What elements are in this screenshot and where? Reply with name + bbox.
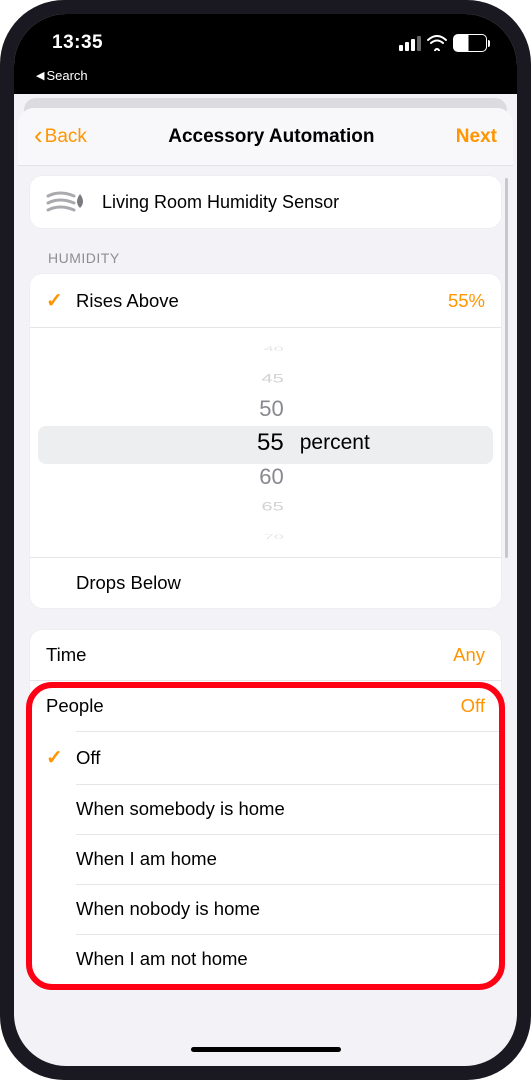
wifi-icon <box>427 35 447 51</box>
page-title: Accessory Automation <box>168 126 374 148</box>
back-triangle-icon: ◀ <box>36 69 44 82</box>
sensor-name: Living Room Humidity Sensor <box>102 192 339 213</box>
people-option-label: When I am not home <box>76 948 485 970</box>
drops-below-label: Drops Below <box>76 572 485 594</box>
people-option-label: When somebody is home <box>76 798 485 820</box>
rises-above-label: Rises Above <box>76 290 448 312</box>
nav-bar: ‹ Back Accessory Automation Next <box>18 108 513 166</box>
status-time: 13:35 <box>52 32 103 54</box>
content: Living Room Humidity Sensor HUMIDITY ✓ R… <box>18 166 513 1062</box>
picker-val: 45 <box>262 370 284 388</box>
check-icon: ✓ <box>46 745 76 770</box>
people-option-label: When I am home <box>76 848 485 870</box>
picker-val-selected: 55 <box>257 424 284 462</box>
humidity-card: ✓ Rises Above 55% 40 45 50 55 60 65 <box>30 274 501 608</box>
back-to-app[interactable]: ◀ Search <box>36 68 88 83</box>
people-value: Off <box>461 695 485 717</box>
modal-sheet: ‹ Back Accessory Automation Next <box>18 108 513 1062</box>
time-row[interactable]: Time Any <box>30 630 501 680</box>
back-button[interactable]: ‹ Back <box>34 126 87 148</box>
back-app-label: Search <box>46 68 87 83</box>
conditions-card: Time Any People Off ✓ Off When somebody … <box>30 630 501 984</box>
humidity-picker[interactable]: 40 45 50 55 60 65 70 percent <box>30 327 501 557</box>
humidity-icon <box>46 188 88 216</box>
drops-below-row[interactable]: Drops Below <box>30 557 501 608</box>
phone-frame: 13:35 45 ◀ Search ‹ Back Accessory Autom… <box>0 0 531 1080</box>
picker-val: 60 <box>259 462 283 492</box>
picker-val: 65 <box>262 498 284 516</box>
check-icon: ✓ <box>46 288 76 313</box>
battery-icon: 45 <box>453 34 487 52</box>
screen: 13:35 45 ◀ Search ‹ Back Accessory Autom… <box>14 14 517 1066</box>
people-option-somebody-home[interactable]: When somebody is home <box>30 784 501 834</box>
home-indicator[interactable] <box>191 1047 341 1052</box>
back-label: Back <box>45 126 87 148</box>
rises-above-value: 55% <box>448 290 485 312</box>
picker-val: 70 <box>264 531 284 542</box>
picker-numbers[interactable]: 40 45 50 55 60 65 70 <box>30 328 294 557</box>
people-option-label: Off <box>76 747 485 769</box>
sensor-card[interactable]: Living Room Humidity Sensor <box>30 176 501 228</box>
people-option-nobody-home[interactable]: When nobody is home <box>30 884 501 934</box>
picker-unit: percent <box>294 328 501 557</box>
humidity-section-label: HUMIDITY <box>30 250 501 274</box>
people-option-i-am-home[interactable]: When I am home <box>30 834 501 884</box>
people-option-off[interactable]: ✓ Off <box>30 731 501 784</box>
people-row[interactable]: People Off <box>30 680 501 731</box>
scrollbar[interactable] <box>505 178 509 558</box>
cellular-icon <box>399 36 421 51</box>
time-value: Any <box>453 644 485 666</box>
dynamic-island <box>202 36 330 72</box>
people-label: People <box>46 695 461 717</box>
picker-val: 40 <box>264 343 284 354</box>
rises-above-row[interactable]: ✓ Rises Above 55% <box>30 274 501 327</box>
people-option-label: When nobody is home <box>76 898 485 920</box>
picker-val: 50 <box>259 394 283 424</box>
next-button[interactable]: Next <box>456 126 497 148</box>
time-label: Time <box>46 644 453 666</box>
people-option-i-not-home[interactable]: When I am not home <box>30 934 501 984</box>
